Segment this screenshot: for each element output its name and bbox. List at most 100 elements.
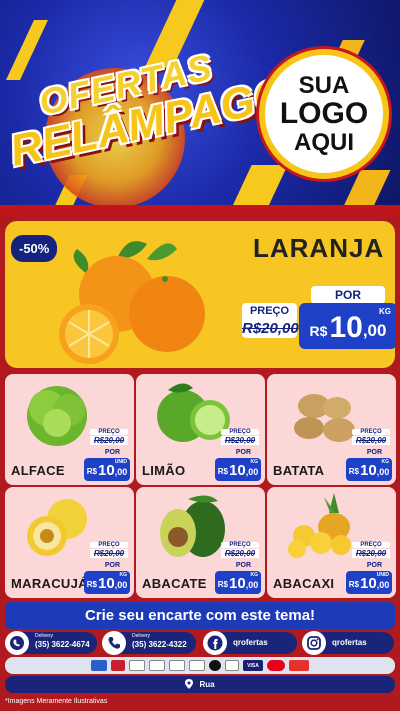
price-decimal: ,00 [245,580,259,590]
old-price-label: PREÇO [221,429,259,435]
unit-label: KG [379,307,391,316]
new-price-box: KG R$ 10 ,00 [215,571,261,594]
old-price-label: PREÇO [90,429,128,435]
product-name: MARACUJÁ [11,576,88,591]
product-card-alface[interactable]: PREÇO R$20,00 POR ALFACE UNID R$ 10 ,00 [5,374,134,485]
new-price-box: KG R$ 10 ,00 [215,458,261,481]
location-pin-icon [185,678,194,691]
new-price-label: POR [235,562,251,569]
unit-label: KG [381,459,390,465]
contact-label: Delivery [132,633,151,639]
unit-label: KG [119,572,128,578]
product-card-maracuja[interactable]: PREÇO R$20,00 POR MARACUJÁ KG R$ 10 ,00 [5,487,134,598]
card-icon [91,660,107,671]
unit-label: KG [250,459,259,465]
product-name: BATATA [273,463,325,478]
phone-contact[interactable]: Delivery (35) 3622-4322 [102,631,196,655]
new-price-box: KG R$ 10 ,00 [84,571,130,594]
payment-methods-bar: VISA [5,657,395,674]
price-decimal: ,00 [376,467,390,477]
logo-placeholder[interactable]: SUA LOGO AQUI [259,49,389,179]
price-decimal: ,00 [114,580,128,590]
instagram-contact[interactable]: qrofertas [302,631,394,655]
product-name: ABACATE [142,576,207,591]
price-integer: 10 [229,462,246,479]
currency: R$ [217,467,229,476]
currency: R$ [348,580,360,589]
product-card-batata[interactable]: PREÇO R$20,00 POR BATATA KG R$ 10 ,00 [267,374,396,485]
whatsapp-contact[interactable]: Delivery (35) 3622-4674 [5,631,97,655]
new-price-label: POR [104,449,120,456]
new-price-box: KG R$ 10 ,00 [299,303,395,349]
price-integer: 10 [98,575,115,592]
old-price: R$20,00 [352,549,390,558]
currency: R$ [217,580,229,589]
featured-product-name: LARANJA [253,233,385,263]
card-icon [189,660,205,671]
product-card-abacaxi[interactable]: PREÇO R$20,00 POR ABACAXI UNID R$ 10 ,00 [267,487,396,598]
logo-text-line1: SUA [298,72,350,100]
card-icon [129,660,145,671]
address-text: Rua [199,680,215,689]
price-integer: 10 [360,462,377,479]
facebook-handle: qrofertas [233,638,268,647]
price-integer: 10 [98,462,115,479]
product-name: ABACAXI [273,576,335,591]
lightning-bolt [228,165,288,205]
card-icon [209,660,221,671]
featured-product-card[interactable]: -50% LARANJA POR PREÇO R$20,00 KG R$ 10 … [5,221,395,368]
product-card-abacate[interactable]: PREÇO R$20,00 POR ABACATE KG R$ 10 ,00 [136,487,265,598]
old-price-label: PREÇO [352,542,390,548]
instagram-handle: qrofertas [332,638,367,647]
instagram-icon [302,631,326,655]
unit-label: KG [250,572,259,578]
old-price: R$20,00 [90,436,128,445]
logo-text-line2: LOGO [279,97,369,131]
price-decimal: ,00 [114,467,128,477]
price-decimal: ,00 [362,321,387,340]
new-price-label: POR [235,449,251,456]
price-decimal: ,00 [245,467,259,477]
visa-icon: VISA [243,660,263,671]
footnote: *Imagens Meramente Ilustrativas [5,698,108,705]
price-integer: 10 [329,311,363,344]
currency: R$ [348,467,360,476]
card-icon [149,660,165,671]
price-decimal: ,00 [376,580,390,590]
price-integer: 10 [360,575,377,592]
unit-label: UNID [376,572,389,578]
new-price-label: POR [366,562,382,569]
card-icon [169,660,185,671]
product-name: ALFACE [11,463,65,478]
orange-image [59,241,205,364]
address-bar[interactable]: Rua [5,676,395,693]
new-price-label: POR [366,449,382,456]
contact-phone: (35) 3622-4674 [35,640,90,649]
logo-text-line3: AQUI [294,128,354,156]
new-price-label: POR [311,286,385,304]
old-price-label: PREÇO [352,429,390,435]
old-price: R$20,00 [221,549,259,558]
whatsapp-icon [5,631,29,655]
contact-label: Delivery [35,633,54,639]
lettuce-image [27,386,87,446]
card-icon [225,660,239,671]
new-price-box: UNID R$ 10 ,00 [346,571,392,594]
price-integer: 10 [229,575,246,592]
card-icon [111,660,125,671]
product-card-limao[interactable]: PREÇO R$20,00 POR LIMÃO KG R$ 10 ,00 [136,374,265,485]
old-price: R$20,00 [242,319,299,338]
facebook-contact[interactable]: qrofertas [203,631,297,655]
cta-banner[interactable]: Crie seu encarte com este tema! [5,602,395,629]
new-price-label: POR [104,562,120,569]
currency: R$ [86,467,98,476]
lightning-bolt [6,20,48,80]
old-price: R$20,00 [90,549,128,558]
divider-band [0,205,400,215]
old-price-label: PREÇO [221,542,259,548]
product-name: LIMÃO [142,463,186,478]
old-price-label: PREÇO [242,303,297,319]
contact-phone: (35) 3622-4322 [132,640,187,649]
mastercard-icon [267,660,285,671]
old-price: R$20,00 [352,436,390,445]
